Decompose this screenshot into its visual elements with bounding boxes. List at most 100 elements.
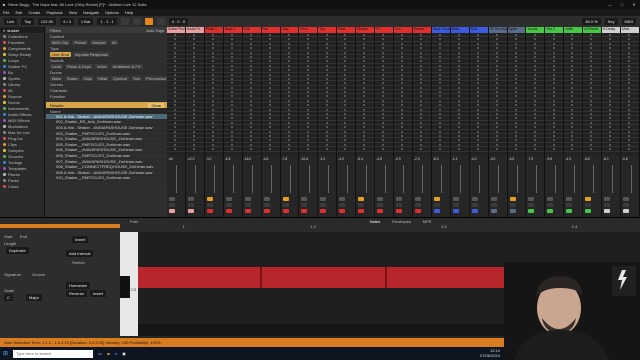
volume-readout[interactable]: -8.1 [603, 157, 609, 161]
volume-fader[interactable] [384, 165, 386, 193]
volume-fader[interactable] [422, 165, 424, 193]
close-button[interactable]: ✕ [628, 2, 640, 7]
volume-fader[interactable] [441, 165, 443, 193]
solo-button[interactable] [509, 203, 516, 207]
volume-readout[interactable]: -6.5 [225, 157, 231, 161]
duplicate-button[interactable]: Duplicate [6, 247, 29, 254]
function-label[interactable]: Function [50, 94, 65, 99]
menu-edit[interactable]: Edit [15, 10, 22, 15]
volume-fader[interactable] [403, 165, 405, 193]
solo-button[interactable] [604, 203, 611, 207]
place-item[interactable]: Cloud [0, 183, 44, 189]
drums-cymbal[interactable]: Cymbal [111, 75, 129, 81]
volume-fader[interactable] [592, 165, 594, 193]
clip-slot[interactable] [545, 147, 564, 152]
add-interval-button[interactable]: Add Interval [66, 250, 94, 257]
task-view-icon[interactable]: ▭ [98, 351, 102, 356]
track-activator-button[interactable] [585, 197, 592, 201]
menu-create[interactable]: Create [28, 10, 40, 15]
scale-root-select[interactable]: C [4, 294, 13, 301]
clip-slot[interactable] [583, 147, 602, 152]
track-activator-button[interactable] [301, 197, 308, 201]
reverse-button[interactable]: Reverse [66, 290, 87, 297]
clip-slot[interactable] [167, 147, 185, 152]
clip-slot[interactable] [394, 147, 412, 152]
volume-readout[interactable]: -0.9 [395, 157, 401, 161]
menu-options[interactable]: Options [105, 10, 119, 15]
volume-readout[interactable]: -5.5 [509, 157, 515, 161]
solo-button[interactable] [471, 203, 478, 207]
clip-slot[interactable] [564, 147, 583, 152]
track-activator-button[interactable] [282, 197, 289, 201]
maximize-button[interactable]: □ [616, 2, 628, 7]
volume-readout[interactable]: -3.0 [490, 157, 496, 161]
solo-button[interactable] [585, 203, 592, 207]
volume-fader[interactable] [252, 165, 254, 193]
taskbar-search-field[interactable]: Type here to search [13, 349, 94, 358]
track-activator-button[interactable] [547, 197, 554, 201]
volume-fader[interactable] [460, 165, 462, 193]
solo-button[interactable] [225, 203, 232, 207]
drums-snare[interactable]: Snare [64, 75, 80, 81]
volume-readout[interactable]: -4.5 [376, 157, 382, 161]
link-button[interactable]: Link [4, 18, 18, 25]
drums-hihat[interactable]: Hihat [95, 75, 110, 81]
clip-slot[interactable] [356, 147, 375, 152]
clip-slot[interactable] [223, 147, 242, 152]
track-activator-button[interactable] [358, 197, 365, 201]
volume-fader[interactable] [498, 165, 500, 193]
track-activator-button[interactable] [396, 197, 403, 201]
solo-button[interactable] [566, 203, 573, 207]
humanize-button[interactable]: Humanize [66, 282, 91, 289]
track-activator-button[interactable] [339, 197, 346, 201]
volume-readout[interactable]: -4.8 [263, 157, 269, 161]
menu-view[interactable]: View [69, 10, 78, 15]
track-activator-button[interactable] [528, 197, 535, 201]
volume-fader[interactable] [327, 165, 329, 193]
track-activator-button[interactable] [604, 197, 611, 201]
drums-percussion[interactable]: Percussion [144, 75, 169, 81]
solo-button[interactable] [169, 203, 175, 207]
name-column-header[interactable]: Name [50, 109, 61, 114]
volume-readout[interactable]: -inf [168, 157, 173, 161]
arrangement-position[interactable]: 1 . 1 . 1 [97, 18, 117, 25]
volume-readout[interactable]: -3.4 [319, 157, 325, 161]
menu-file[interactable]: File [3, 10, 9, 15]
volume-readout[interactable]: -4.0 [471, 157, 477, 161]
tempo-field[interactable]: 122.00 [37, 18, 57, 25]
auto-tags-toggle[interactable]: Auto Tags [146, 28, 167, 33]
track-activator-button[interactable] [623, 197, 630, 201]
volume-readout[interactable]: -10.6 [300, 157, 308, 161]
clip-slot[interactable] [431, 147, 450, 152]
drums-bass[interactable]: Bass [50, 75, 63, 81]
volume-readout[interactable]: -5.4 [357, 157, 363, 161]
minimize-button[interactable]: — [604, 2, 616, 7]
solo-button[interactable] [414, 203, 421, 207]
solo-button[interactable] [623, 203, 630, 207]
genres-label[interactable]: Genres [50, 82, 63, 87]
sounds-lead[interactable]: Lead [50, 63, 63, 69]
character-label[interactable]: Character [50, 88, 68, 93]
track-activator-button[interactable] [206, 197, 213, 201]
solo-button[interactable] [244, 203, 251, 207]
solo-button[interactable] [320, 203, 327, 207]
clip-slot[interactable] [299, 147, 318, 152]
track-activator-button[interactable] [566, 197, 573, 201]
ableton-icon[interactable]: ◼ [122, 351, 125, 356]
type-impulse-response[interactable]: Impulse Response [72, 51, 111, 57]
volume-fader[interactable] [554, 165, 556, 193]
clip-slot[interactable] [450, 147, 469, 152]
time-signature-field[interactable]: 4 / 4 [60, 18, 74, 25]
track-activator-button[interactable] [169, 197, 175, 201]
clip-slot[interactable] [621, 147, 639, 152]
menu-navigate[interactable]: Navigate [83, 10, 99, 15]
invert-button[interactable]: Invert [90, 290, 107, 297]
volume-fader[interactable] [611, 165, 613, 193]
solo-button[interactable] [358, 203, 365, 207]
clip-slot[interactable] [526, 147, 545, 152]
file-explorer-icon[interactable]: ▰ [107, 351, 110, 356]
volume-fader[interactable] [630, 165, 632, 193]
sounds-ambience-fx[interactable]: Ambience & FX [110, 63, 143, 69]
clip-slot[interactable] [337, 147, 356, 152]
track-activator-button[interactable] [263, 197, 270, 201]
